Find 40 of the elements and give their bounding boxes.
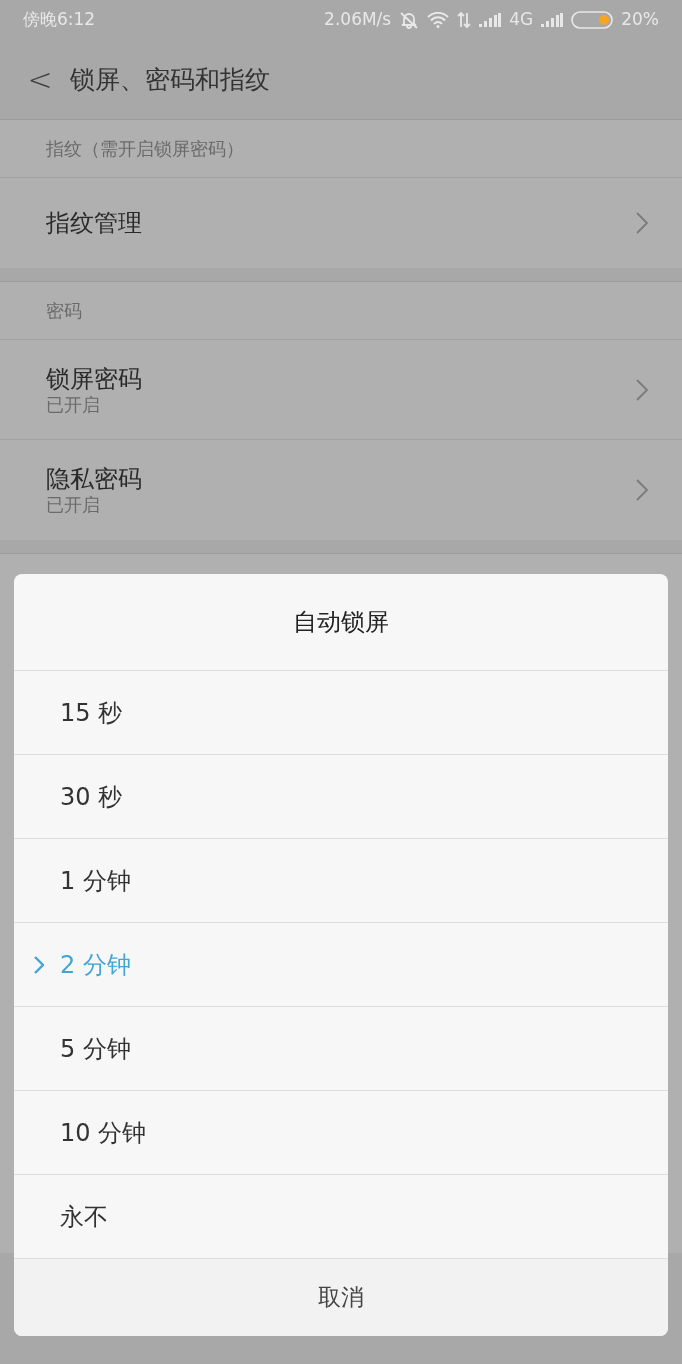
page-title: 锁屏、密码和指纹 — [70, 63, 270, 96]
status-time: 傍晚6:12 — [23, 8, 96, 32]
data-arrows-icon — [457, 11, 472, 29]
network-speed: 2.06M/s — [324, 8, 392, 32]
row-label: 指纹管理 — [46, 208, 142, 238]
battery-percent: 20% — [621, 8, 659, 32]
wifi-icon — [427, 12, 450, 28]
chevron-icon — [636, 378, 648, 401]
option-item[interactable]: 30 秒 — [14, 755, 668, 839]
row-label: 锁屏密码 — [46, 363, 142, 394]
option-label: 永不 — [60, 1201, 108, 1233]
network-type: 4G — [509, 8, 534, 32]
settings-row[interactable]: 指纹管理 — [0, 178, 682, 268]
row-subtitle: 已开启 — [46, 494, 101, 516]
section-header: 密码 — [46, 299, 82, 323]
chevron-icon — [636, 479, 648, 501]
battery-icon — [571, 11, 614, 29]
row-label: 隐私密码 — [46, 464, 142, 494]
option-label: 15 秒 — [60, 697, 123, 729]
option-label: 30 秒 — [60, 781, 123, 813]
signal-icon — [541, 13, 564, 27]
option-item[interactable]: 10 分钟 — [14, 1091, 668, 1175]
settings-row[interactable]: 隐私密码 已开启 — [0, 440, 682, 540]
dialog-title: 自动锁屏 — [293, 607, 389, 638]
row-subtitle: 已开启 — [46, 393, 101, 416]
option-label: 2 分钟 — [60, 949, 131, 981]
option-label: 5 分钟 — [60, 1033, 131, 1065]
option-label: 1 分钟 — [60, 865, 131, 897]
section-header: 指纹（需开启锁屏密码） — [46, 137, 244, 161]
back-button[interactable]: < — [10, 49, 70, 110]
bell-off-icon — [399, 11, 420, 29]
chevron-icon — [636, 212, 648, 234]
option-label: 10 分钟 — [60, 1117, 147, 1149]
option-item[interactable]: 1 分钟 — [14, 839, 668, 923]
option-item[interactable]: 5 分钟 — [14, 1007, 668, 1091]
option-item[interactable]: 15 秒 — [14, 671, 668, 755]
chevron-icon — [34, 955, 44, 974]
cancel-button[interactable]: 取消 — [14, 1259, 668, 1336]
settings-row[interactable]: 锁屏密码 已开启 — [0, 340, 682, 440]
signal-icon — [479, 13, 502, 27]
